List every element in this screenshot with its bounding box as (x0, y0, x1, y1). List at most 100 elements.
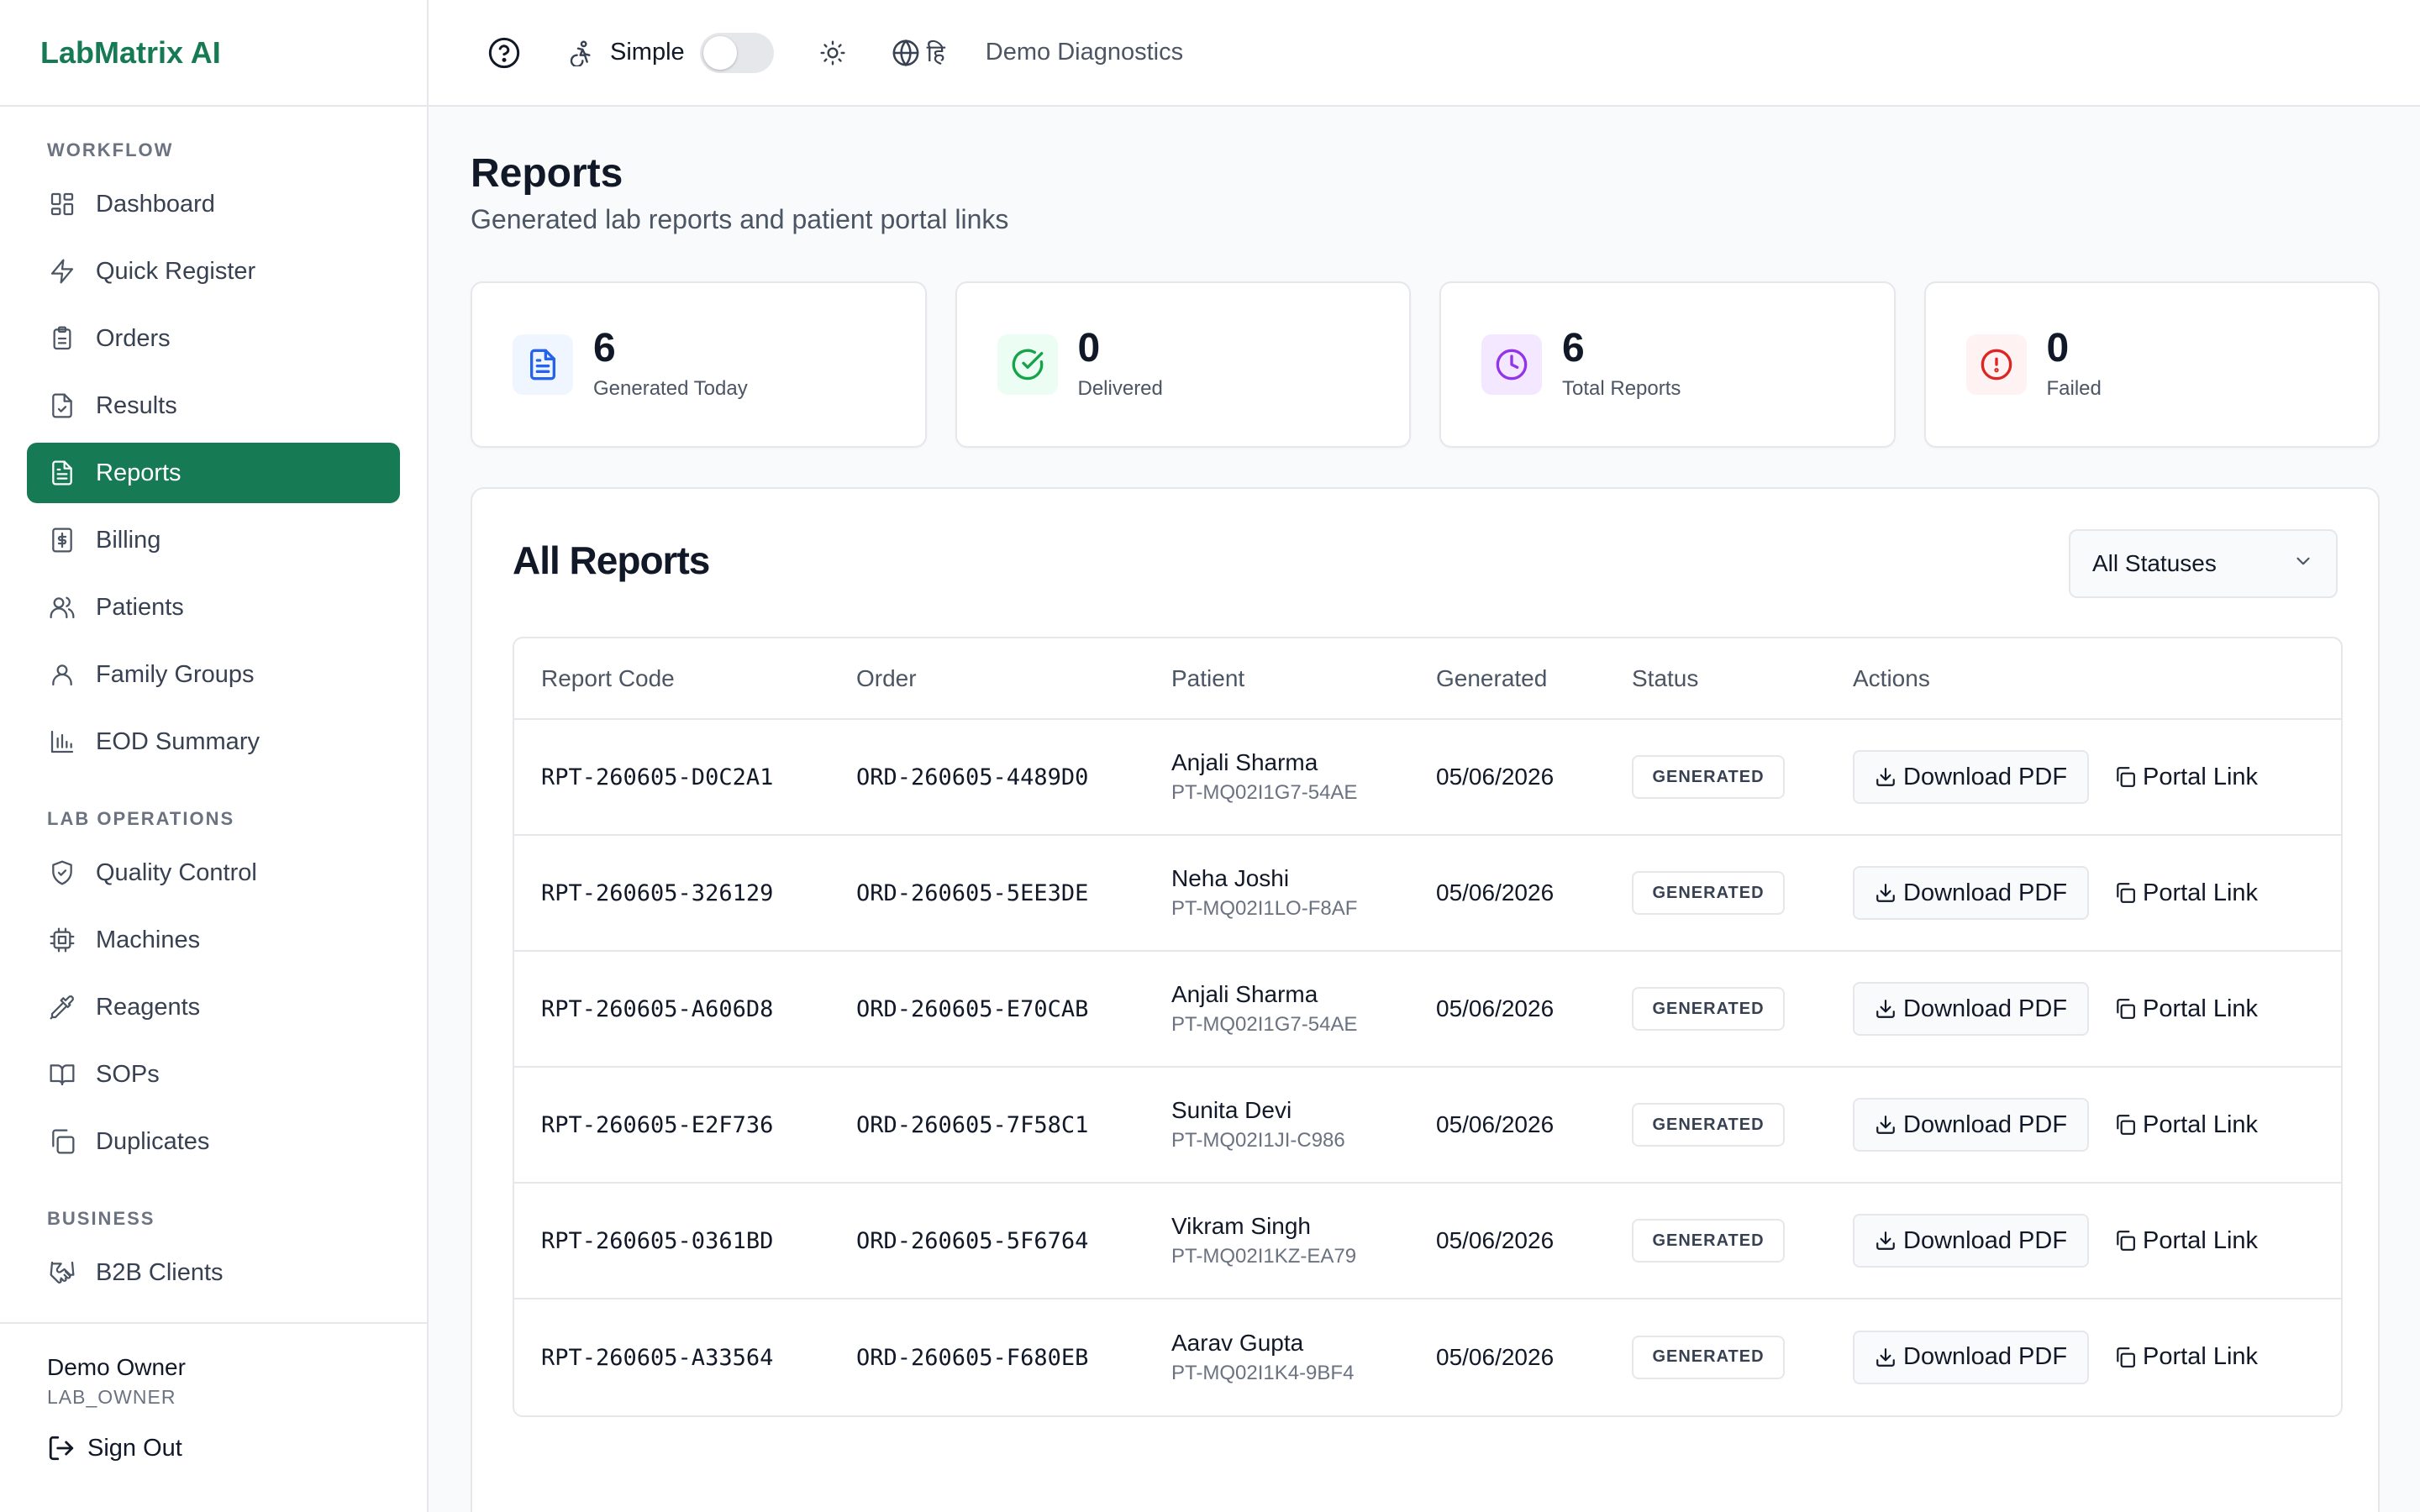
sign-out-label: Sign Out (87, 1434, 182, 1462)
sidebar: LabMatrix AI WORKFLOW Dashboard Quick Regi… (0, 0, 429, 1512)
sidebar-item-reports[interactable]: Reports (27, 443, 400, 503)
portal-link-button[interactable]: Portal Link (2114, 1214, 2258, 1268)
reports-card-title: All Reports (513, 538, 710, 582)
status-filter-value: All Statuses (2092, 550, 2217, 576)
simple-mode-toggle[interactable] (699, 32, 774, 73)
users-icon (47, 592, 77, 622)
portal-link-button[interactable]: Portal Link (2114, 866, 2258, 920)
generated-date: 05/06/2026 (1436, 1111, 1555, 1137)
download-pdf-button[interactable]: Download PDF (1853, 866, 2090, 920)
sign-out-button[interactable]: Sign Out (47, 1434, 427, 1462)
sidebar-item-eod-summary[interactable]: EOD Summary (27, 711, 400, 772)
sidebar-item-quick-register[interactable]: Quick Register (27, 241, 400, 302)
report-code[interactable]: RPT-260605-0361BD (541, 1228, 773, 1254)
download-pdf-label: Download PDF (1903, 995, 2068, 1022)
generated-date: 05/06/2026 (1436, 1227, 1555, 1253)
download-pdf-button[interactable]: Download PDF (1853, 750, 2090, 804)
order-code[interactable]: ORD-260605-5F6764 (856, 1228, 1088, 1254)
sidebar-item-reagents[interactable]: Reagents (27, 977, 400, 1037)
portal-link-button[interactable]: Portal Link (2114, 982, 2258, 1036)
portal-link-button[interactable]: Portal Link (2114, 750, 2258, 804)
order-code[interactable]: ORD-260605-F680EB (856, 1345, 1088, 1371)
column-header: Order (856, 664, 917, 691)
shield-check-icon (47, 858, 77, 888)
sidebar-item-patients[interactable]: Patients (27, 577, 400, 638)
download-pdf-button[interactable]: Download PDF (1853, 1214, 2090, 1268)
order-code[interactable]: ORD-260605-5EE3DE (856, 880, 1088, 906)
help-icon[interactable] (486, 34, 523, 71)
report-code[interactable]: RPT-260605-E2F736 (541, 1112, 773, 1138)
sidebar-item-orders[interactable]: Orders (27, 308, 400, 369)
order-code[interactable]: ORD-260605-4489D0 (856, 764, 1088, 790)
download-icon (1875, 1114, 1897, 1136)
stat-card: 0 Failed (1923, 281, 2380, 448)
sidebar-nav: WORKFLOW Dashboard Quick Register Orders Res… (0, 107, 427, 1303)
download-icon (1875, 882, 1897, 904)
receipt-icon (47, 525, 77, 555)
download-pdf-label: Download PDF (1903, 1226, 2068, 1254)
status-badge: GENERATED (1632, 1103, 1785, 1147)
report-code[interactable]: RPT-260605-326129 (541, 880, 773, 906)
table-header-row: Report Code Order Patient Generated Status Ac… (514, 638, 2341, 719)
column-header: Report Code (541, 664, 675, 691)
table-row: RPT-260605-A33564 ORD-260605-F680EB Aarav … (514, 1299, 2341, 1415)
language-switcher[interactable]: हि (892, 37, 945, 69)
sidebar-item-quality-control[interactable]: Quality Control (27, 843, 400, 903)
status-badge: GENERATED (1632, 755, 1785, 799)
download-pdf-button[interactable]: Download PDF (1853, 982, 2090, 1036)
sidebar-item-results[interactable]: Results (27, 375, 400, 436)
sidebar-item-b2b-clients[interactable]: B2B Clients (27, 1242, 400, 1303)
generated-date: 05/06/2026 (1436, 1343, 1555, 1370)
portal-link-button[interactable]: Portal Link (2114, 1331, 2258, 1384)
dashboard-icon (47, 189, 77, 219)
column-header: Patient (1171, 664, 1245, 691)
report-code[interactable]: RPT-260605-D0C2A1 (541, 764, 773, 790)
portal-link-button[interactable]: Portal Link (2114, 1098, 2258, 1152)
table-row: RPT-260605-326129 ORD-260605-5EE3DE Neha J… (514, 835, 2341, 951)
sidebar-item-billing[interactable]: Billing (27, 510, 400, 570)
brand-logo[interactable]: LabMatrix AI (0, 0, 427, 107)
copy-icon (2114, 1347, 2136, 1368)
report-code[interactable]: RPT-260605-A606D8 (541, 996, 773, 1022)
order-code[interactable]: ORD-260605-7F58C1 (856, 1112, 1088, 1138)
simple-mode-label: Simple (610, 39, 685, 66)
patient-id: PT-MQ02I1G7-54AE (1171, 781, 1358, 804)
report-code[interactable]: RPT-260605-A33564 (541, 1345, 773, 1371)
order-code[interactable]: ORD-260605-E70CAB (856, 996, 1088, 1022)
table-row: RPT-260605-D0C2A1 ORD-260605-4489D0 Anjali… (514, 719, 2341, 835)
patient-id: PT-MQ02I1LO-F8AF (1171, 897, 1358, 920)
nav-section-title: LAB OPERATIONS (47, 808, 235, 829)
lightning-icon (47, 256, 77, 286)
copy-icon (2114, 998, 2136, 1020)
sidebar-item-sops[interactable]: SOPs (27, 1044, 400, 1105)
globe-icon (892, 39, 919, 66)
table-row: RPT-260605-A606D8 ORD-260605-E70CAB Anjali… (514, 951, 2341, 1067)
download-icon (1875, 766, 1897, 788)
sidebar-item-label: Patients (96, 593, 184, 621)
sidebar-item-family-groups[interactable]: Family Groups (27, 644, 400, 705)
stat-card: 6 Generated Today (471, 281, 927, 448)
patient-name: Neha Joshi (1171, 865, 1290, 891)
clipboard-icon (47, 323, 77, 354)
nav-section-title: WORKFLOW (47, 139, 174, 160)
sidebar-item-duplicates[interactable]: Duplicates (27, 1111, 400, 1172)
download-icon (1875, 1230, 1897, 1252)
patient-name: Aarav Gupta (1171, 1329, 1304, 1356)
patient-name: Anjali Sharma (1171, 981, 1318, 1007)
accessibility-icon (563, 34, 600, 71)
patient-id: PT-MQ02I1G7-54AE (1171, 1013, 1358, 1036)
theme-sun-icon[interactable] (814, 34, 851, 71)
generated-date: 05/06/2026 (1436, 879, 1555, 906)
copy-icon (2114, 766, 2136, 788)
download-pdf-button[interactable]: Download PDF (1853, 1098, 2090, 1152)
sidebar-item-label: B2B Clients (96, 1258, 224, 1286)
sidebar-item-label: Quality Control (96, 858, 257, 886)
handshake-icon (47, 1257, 77, 1288)
status-filter-select[interactable]: All Statuses (2069, 529, 2338, 598)
patient-id: PT-MQ02I1JI-C986 (1171, 1129, 1345, 1152)
sidebar-item-label: Dashboard (96, 190, 215, 218)
download-pdf-button[interactable]: Download PDF (1853, 1330, 2090, 1384)
sidebar-item-machines[interactable]: Machines (27, 910, 400, 970)
sidebar-item-label: Duplicates (96, 1127, 210, 1155)
sidebar-item-dashboard[interactable]: Dashboard (27, 174, 400, 234)
